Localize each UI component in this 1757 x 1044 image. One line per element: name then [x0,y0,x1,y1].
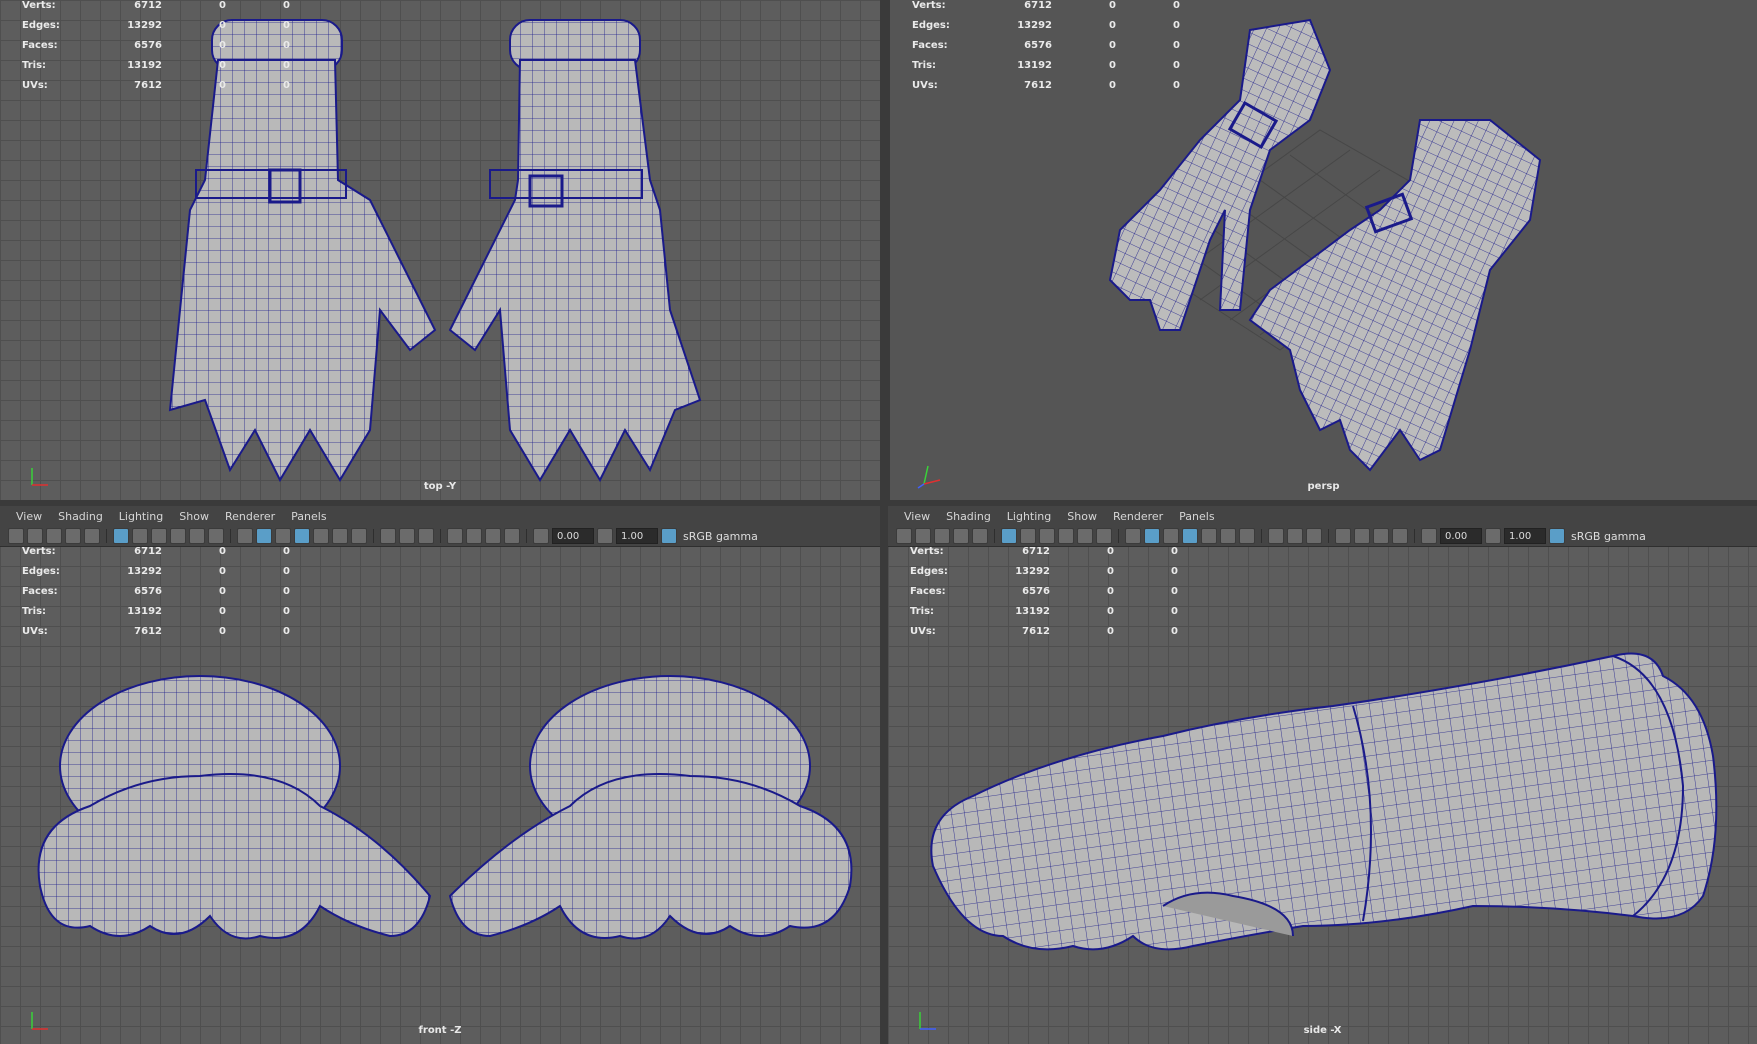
resolution-gate-icon[interactable] [132,528,148,544]
camera-icon[interactable] [8,528,24,544]
camera-attributes-icon[interactable] [27,528,43,544]
glove-mesh-side[interactable] [913,636,1743,966]
viewport-persp[interactable]: Verts: 6712 0 0 Edges: 13292 0 0 Faces: 6576 0 0 … [890,0,1757,500]
menu-lighting[interactable]: Lighting [111,510,171,523]
default-material-icon[interactable] [1163,528,1179,544]
ambient-occlusion-icon[interactable] [380,528,396,544]
menu-panels[interactable]: Panels [1171,510,1222,523]
smooth-shade-icon[interactable] [1144,528,1160,544]
safe-title-icon[interactable] [1096,528,1112,544]
wireframe-on-shaded-icon[interactable] [294,528,310,544]
menu-renderer[interactable]: Renderer [217,510,283,523]
viewport-top[interactable]: Verts: 6712 0 0 Edges: 13292 0 0 Faces: 6576 0 0 … [0,0,880,500]
resolution-gate-icon[interactable] [1020,528,1036,544]
exposure-field[interactable]: 0.00 [1440,528,1482,544]
exposure-icon[interactable] [1421,528,1437,544]
menu-renderer[interactable]: Renderer [1105,510,1171,523]
film-gate-icon[interactable] [84,528,100,544]
glove [930,652,1718,951]
menu-shading[interactable]: Shading [938,510,999,523]
camera-label: side -X [1303,1025,1342,1036]
bookmark-icon[interactable] [46,528,62,544]
menu-shading[interactable]: Shading [50,510,111,523]
menu-view[interactable]: View [896,510,938,523]
exposure-icon[interactable] [533,528,549,544]
wireframe-on-shaded-icon[interactable] [1182,528,1198,544]
right-glove [448,19,702,483]
anti-aliasing-icon[interactable] [418,528,434,544]
field-chart-icon[interactable] [1058,528,1074,544]
gate-mask-icon[interactable] [1039,528,1055,544]
glove-mesh-front[interactable] [20,656,870,956]
backface-icon[interactable] [1392,528,1408,544]
poly-count-hud: Verts: 6712 0 0 Edges: 13292 0 0 Faces: 6576 0 0 … [22,546,290,637]
menu-panels[interactable]: Panels [283,510,334,523]
wireframe-icon[interactable] [1125,528,1141,544]
gate-mask-icon[interactable] [151,528,167,544]
gamma-field[interactable]: 1.00 [1504,528,1546,544]
menu-lighting[interactable]: Lighting [999,510,1059,523]
left-glove [37,675,432,940]
gamma-field[interactable]: 1.00 [616,528,658,544]
bookmark-icon[interactable] [934,528,950,544]
right-glove [448,675,853,940]
xray-joints-icon[interactable] [485,528,501,544]
shadows-icon[interactable] [1239,528,1255,544]
camera-label: top -Y [423,481,457,492]
safe-title-icon[interactable] [208,528,224,544]
image-plane-icon[interactable] [65,528,81,544]
poly-count-hud: Verts: 6712 0 0 Edges: 13292 0 0 Faces: 6576 0 0 … [22,0,290,91]
panel-menu-bar: View Shading Lighting Show Renderer Pane… [0,506,880,526]
panel-toolbar: 0.00 1.00 sRGB gamma [0,526,880,547]
menu-show[interactable]: Show [1059,510,1105,523]
xray-joints-icon[interactable] [1373,528,1389,544]
poly-count-hud: Verts: 6712 0 0 Edges: 13292 0 0 Faces: 6576 0 0 … [912,0,1180,91]
wireframe-icon[interactable] [237,528,253,544]
default-material-icon[interactable] [275,528,291,544]
panel-toolbar: 0.00 1.00 sRGB gamma [888,526,1757,547]
color-management-icon[interactable] [661,528,677,544]
smooth-shade-icon[interactable] [256,528,272,544]
camera-icon[interactable] [896,528,912,544]
color-management-icon[interactable] [1549,528,1565,544]
textured-icon[interactable] [1201,528,1217,544]
image-plane-icon[interactable] [953,528,969,544]
exposure-field[interactable]: 0.00 [552,528,594,544]
panel-menu-bar: View Shading Lighting Show Renderer Pane… [888,506,1757,526]
xray-icon[interactable] [1354,528,1370,544]
film-gate-icon[interactable] [972,528,988,544]
gamma-icon[interactable] [1485,528,1501,544]
isolate-select-icon[interactable] [447,528,463,544]
lights-icon[interactable] [1220,528,1236,544]
isolate-select-icon[interactable] [1335,528,1351,544]
textured-icon[interactable] [313,528,329,544]
gamma-icon[interactable] [597,528,613,544]
poly-count-hud: Verts: 6712 0 0 Edges: 13292 0 0 Faces: 6576 0 0 … [910,546,1178,637]
camera-label: persp [1307,481,1340,492]
xray-icon[interactable] [466,528,482,544]
camera-attributes-icon[interactable] [915,528,931,544]
shadows-icon[interactable] [351,528,367,544]
color-space-label[interactable]: sRGB gamma [680,530,758,543]
menu-show[interactable]: Show [171,510,217,523]
field-chart-icon[interactable] [170,528,186,544]
menu-view[interactable]: View [8,510,50,523]
backface-icon[interactable] [504,528,520,544]
anti-aliasing-icon[interactable] [1306,528,1322,544]
motion-blur-icon[interactable] [399,528,415,544]
safe-action-icon[interactable] [189,528,205,544]
color-space-label[interactable]: sRGB gamma [1568,530,1646,543]
safe-action-icon[interactable] [1077,528,1093,544]
grid-icon[interactable] [1001,528,1017,544]
motion-blur-icon[interactable] [1287,528,1303,544]
grid-icon[interactable] [113,528,129,544]
viewport-front[interactable]: View Shading Lighting Show Renderer Pane… [0,506,880,1044]
camera-label: front -Z [418,1025,462,1036]
viewport-side[interactable]: View Shading Lighting Show Renderer Pane… [888,506,1757,1044]
ambient-occlusion-icon[interactable] [1268,528,1284,544]
lights-icon[interactable] [332,528,348,544]
